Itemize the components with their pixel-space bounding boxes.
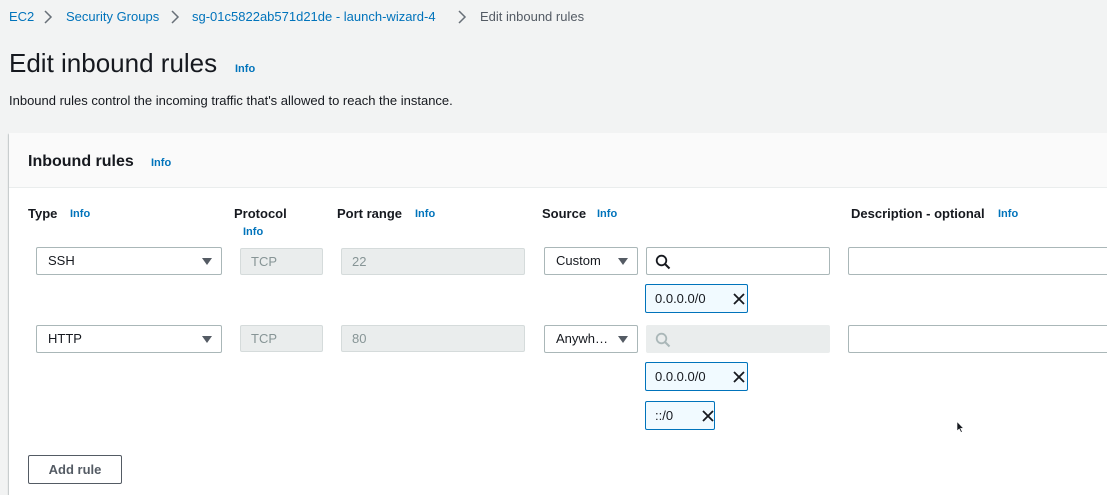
port-range-field: 22 <box>341 248 525 275</box>
column-header-protocol: Protocol <box>234 206 287 221</box>
close-icon[interactable] <box>732 292 746 306</box>
breadcrumb-link-ec2[interactable]: EC2 <box>9 9 34 25</box>
protocol-info-link[interactable]: Info <box>243 226 263 238</box>
page-title: Edit inbound rules <box>9 48 218 78</box>
source-type-select[interactable]: Anywh… <box>544 325 638 353</box>
caret-down-icon <box>202 258 212 265</box>
source-search-input <box>646 325 830 353</box>
protocol-field: TCP <box>240 325 323 352</box>
source-search-input[interactable] <box>646 247 830 275</box>
type-select[interactable]: HTTP <box>36 325 222 353</box>
description-info-link[interactable]: Info <box>998 208 1018 220</box>
column-header-port-range: Port range <box>337 206 403 221</box>
protocol-field: TCP <box>240 248 323 275</box>
type-select[interactable]: SSH <box>36 247 222 275</box>
type-info-link[interactable]: Info <box>70 208 90 220</box>
source-info-link[interactable]: Info <box>597 208 617 220</box>
close-icon[interactable] <box>732 370 746 384</box>
search-icon <box>655 332 671 348</box>
page-info-link[interactable]: Info <box>235 63 255 75</box>
caret-down-icon <box>618 258 628 265</box>
cidr-token: 0.0.0.0/0 <box>645 362 748 391</box>
inbound-rules-panel: Inbound rules Info <box>9 133 1107 495</box>
description-input[interactable] <box>848 325 1107 353</box>
caret-down-icon <box>618 336 628 343</box>
add-rule-button[interactable]: Add rule <box>28 455 122 484</box>
mouse-pointer-icon <box>956 421 964 433</box>
cidr-token-label: 0.0.0.0/0 <box>655 291 706 306</box>
panel-title: Inbound rules <box>28 153 134 170</box>
column-header-type: Type <box>28 206 58 221</box>
chevron-right-icon <box>458 10 467 24</box>
cidr-token: 0.0.0.0/0 <box>645 284 748 313</box>
breadcrumb-current: Edit inbound rules <box>480 9 585 24</box>
type-select-value: HTTP <box>48 331 82 346</box>
panel-header: Inbound rules Info <box>9 133 1107 188</box>
chevron-right-icon <box>44 10 53 24</box>
panel-info-link[interactable]: Info <box>151 157 171 169</box>
close-icon[interactable] <box>701 409 715 423</box>
cidr-token-label: 0.0.0.0/0 <box>655 369 706 384</box>
column-header-source: Source <box>542 206 587 221</box>
breadcrumb-link-security-group[interactable]: sg-01c5822ab571d21de - launch-wizard-4 <box>192 9 436 25</box>
source-type-value: Custom <box>556 253 601 268</box>
cidr-token-label: ::/0 <box>655 408 674 423</box>
breadcrumb-link-security-groups[interactable]: Security Groups <box>66 9 159 25</box>
cidr-token: ::/0 <box>645 401 715 430</box>
chevron-right-icon <box>171 10 180 24</box>
port-range-info-link[interactable]: Info <box>415 208 435 220</box>
description-input[interactable] <box>848 247 1107 275</box>
type-select-value: SSH <box>48 253 75 268</box>
search-icon <box>655 254 671 270</box>
source-type-select[interactable]: Custom <box>544 247 638 275</box>
column-header-description: Description - optional <box>851 206 985 221</box>
caret-down-icon <box>202 336 212 343</box>
port-range-field: 80 <box>341 325 525 352</box>
page-description: Inbound rules control the incoming traff… <box>9 93 453 108</box>
source-type-value: Anywh… <box>556 331 609 346</box>
